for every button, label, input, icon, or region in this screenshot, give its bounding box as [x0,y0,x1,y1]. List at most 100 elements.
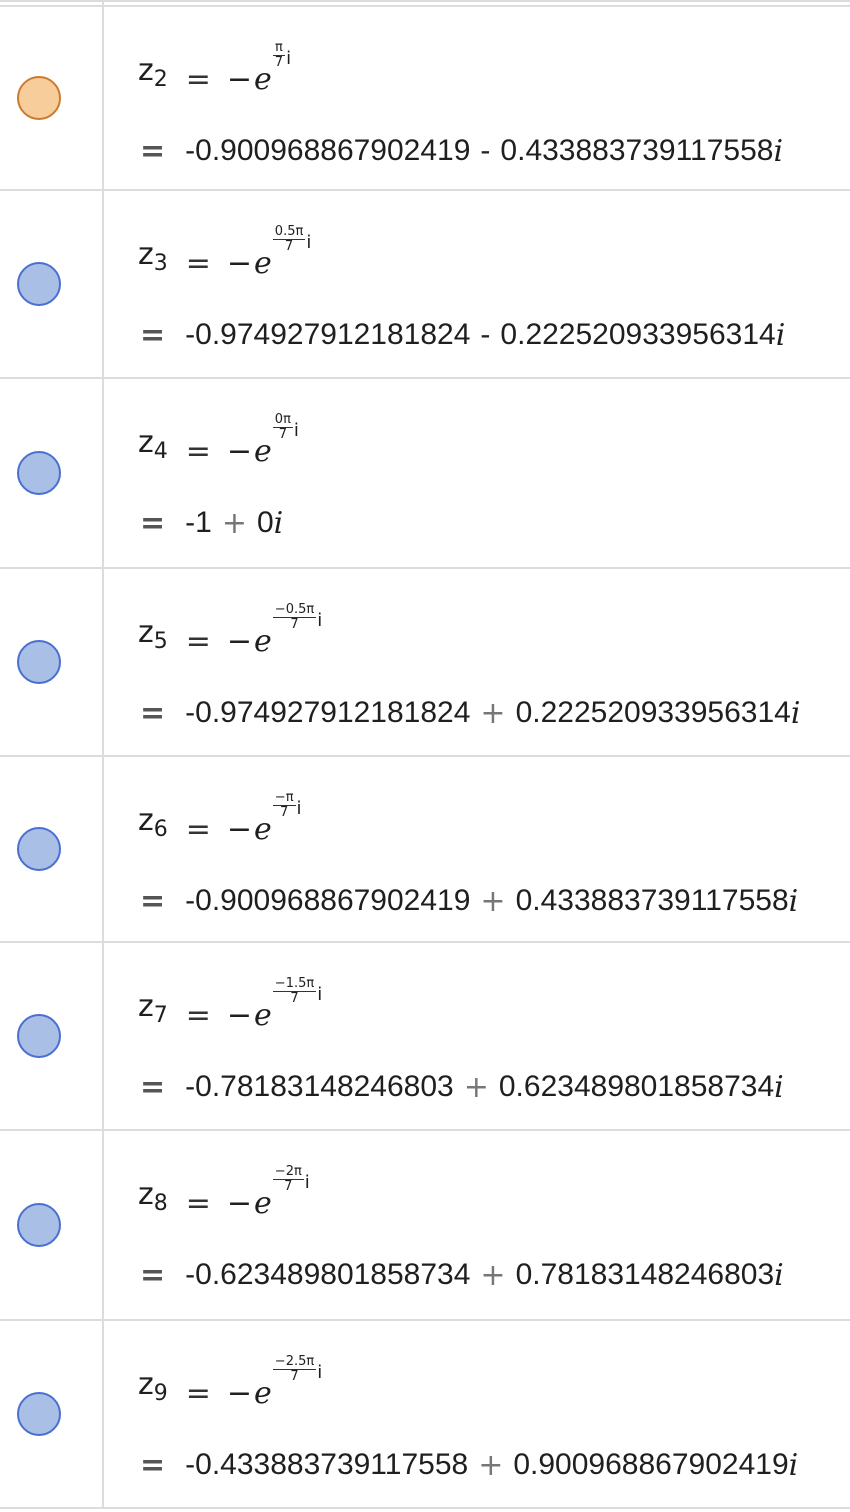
algebra-row-z5[interactable]: z5 = − e −0.5π 7 i = -0.974927912181824 … [0,569,850,757]
row-content[interactable]: z2 = − e π 7 i = -0.900968867902419 - 0.… [138,7,850,189]
real-part: -0.433883739117558 [185,1448,469,1481]
exponent: −2.5π 7 i [272,1355,322,1384]
algebra-row-z3[interactable]: z3 = − e 0.5π 7 i = -0.974927912181824 -… [0,191,850,379]
exponent-numerator: −π [272,790,296,806]
operator: + [480,883,506,919]
real-part: -1 [185,506,212,539]
row-content[interactable]: z5 = − e −0.5π 7 i = -0.974927912181824 … [138,569,850,755]
imaginary-unit: i [788,1447,799,1483]
value-equals-sign: = [140,695,166,731]
algebra-row-z8[interactable]: z8 = − e −2π 7 i = -0.623489801858734 + … [0,1131,850,1321]
operator: - [480,318,491,351]
real-part: -0.974927912181824 [185,318,471,351]
definition-line[interactable]: z2 = − e π 7 i [138,41,291,99]
definition-line[interactable]: z9 = − e −2.5π 7 i [138,1355,322,1413]
negation-sign: − [226,246,253,281]
exponent-fraction: π 7 [273,41,285,70]
marble-cell [0,569,104,755]
imaginary-part: 0.78183148246803 [515,1258,775,1291]
real-part: -0.900968867902419 [185,134,471,167]
row-content[interactable]: z4 = − e 0π 7 i = -1 + 0i [138,379,850,567]
row-content[interactable]: z8 = − e −2π 7 i = -0.623489801858734 + … [138,1131,850,1319]
exponent: −0.5π 7 i [272,603,323,632]
algebra-row-z7[interactable]: z7 = − e −1.5π 7 i = -0.78183148246803 +… [0,943,850,1131]
imaginary-part: 0.433883739117558 [500,134,774,167]
exponent-numerator: 0.5π [272,224,306,240]
row-content[interactable]: z3 = − e 0.5π 7 i = -0.974927912181824 -… [138,191,850,377]
imaginary-part: 0.222520933956314 [500,318,776,351]
row-content[interactable]: z9 = − e −2.5π 7 i = -0.433883739117558 … [138,1321,850,1507]
exponent-numerator: −2π [272,1164,304,1180]
variable-subscript: 4 [153,439,168,464]
marble-cell [0,379,104,567]
visibility-toggle-icon[interactable] [17,1203,61,1247]
euler-e: e [254,1376,272,1411]
negation-sign: − [226,62,253,97]
visibility-toggle-icon[interactable] [17,451,61,495]
exponent-denominator: 7 [290,617,299,632]
definition-line[interactable]: z4 = − e 0π 7 i [138,412,299,471]
variable-name: z6 [138,803,168,842]
exponent: 0π 7 i [272,412,299,442]
exponent-imaginary-unit: i [304,1172,310,1193]
imaginary-unit: i [788,883,799,919]
negation-sign: − [226,624,253,659]
visibility-toggle-icon[interactable] [17,262,61,306]
visibility-toggle-icon[interactable] [17,640,61,684]
operator: + [478,1447,504,1483]
algebra-row-z2[interactable]: z2 = − e π 7 i = -0.900968867902419 - 0.… [0,7,850,191]
value-equals-sign: = [140,317,166,353]
variable-name: z8 [138,1177,168,1216]
equals-sign: = [185,1376,211,1411]
exponent-denominator: 7 [284,239,294,254]
exponent-fraction: −2π 7 [272,1164,304,1194]
definition-line[interactable]: z8 = − e −2π 7 i [138,1164,310,1223]
algebra-row-z9[interactable]: z9 = − e −2.5π 7 i = -0.433883739117558 … [0,1321,850,1509]
definition-line[interactable]: z5 = − e −0.5π 7 i [138,603,323,661]
marble-cell [0,757,104,941]
real-part: -0.900968867902419 [185,884,471,917]
operator: + [463,1069,489,1105]
visibility-toggle-icon[interactable] [17,76,61,120]
exponent-imaginary-unit: i [317,610,323,631]
exponent-denominator: 7 [290,991,299,1006]
equals-sign: = [185,62,211,97]
definition-line[interactable]: z7 = − e −1.5π 7 i [138,977,323,1035]
value-line: = -1 + 0i [138,503,283,543]
exponent: −1.5π 7 i [272,977,323,1006]
exponent-imaginary-unit: i [296,798,302,819]
algebra-row-z4[interactable]: z4 = − e 0π 7 i = -1 + 0i [0,379,850,569]
definition-line[interactable]: z3 = − e 0.5π 7 i [138,224,311,283]
equals-sign: = [185,624,211,659]
visibility-toggle-icon[interactable] [17,827,61,871]
exponent-fraction: 0π 7 [272,412,293,442]
exponent-denominator: 7 [274,55,284,70]
exponent-imaginary-unit: i [317,984,323,1005]
algebra-row-z6[interactable]: z6 = − e −π 7 i = -0.900968867902419 + 0… [0,757,850,943]
imaginary-part: 0.900968867902419 [513,1448,789,1481]
exponent: −π 7 i [272,790,302,820]
euler-e: e [254,812,272,847]
negation-sign: − [226,434,253,469]
definition-line[interactable]: z6 = − e −π 7 i [138,790,302,849]
value-line: = -0.433883739117558 + 0.900968867902419… [138,1445,798,1485]
exponent-fraction: −2.5π 7 [272,1355,317,1384]
variable-subscript: 7 [153,1003,168,1028]
variable-name: z3 [138,237,168,276]
column-divider [102,2,104,5]
row-content[interactable]: z7 = − e −1.5π 7 i = -0.78183148246803 +… [138,943,850,1129]
row-content[interactable]: z6 = − e −π 7 i = -0.900968867902419 + 0… [138,757,850,941]
negation-sign: − [226,1186,253,1221]
imaginary-part: 0.433883739117558 [515,884,789,917]
exponent-denominator: 7 [284,1179,293,1194]
operator: + [221,505,247,541]
visibility-toggle-icon[interactable] [17,1392,61,1436]
exponent-numerator: 0π [272,412,293,428]
exponent-denominator: 7 [280,805,289,820]
imaginary-unit: i [790,695,801,731]
euler-e: e [254,1186,272,1221]
visibility-toggle-icon[interactable] [17,1014,61,1058]
variable-subscript: 9 [153,1381,168,1406]
variable-subscript: 6 [153,817,168,842]
value-line: = -0.623489801858734 + 0.78183148246803 i [138,1255,784,1295]
